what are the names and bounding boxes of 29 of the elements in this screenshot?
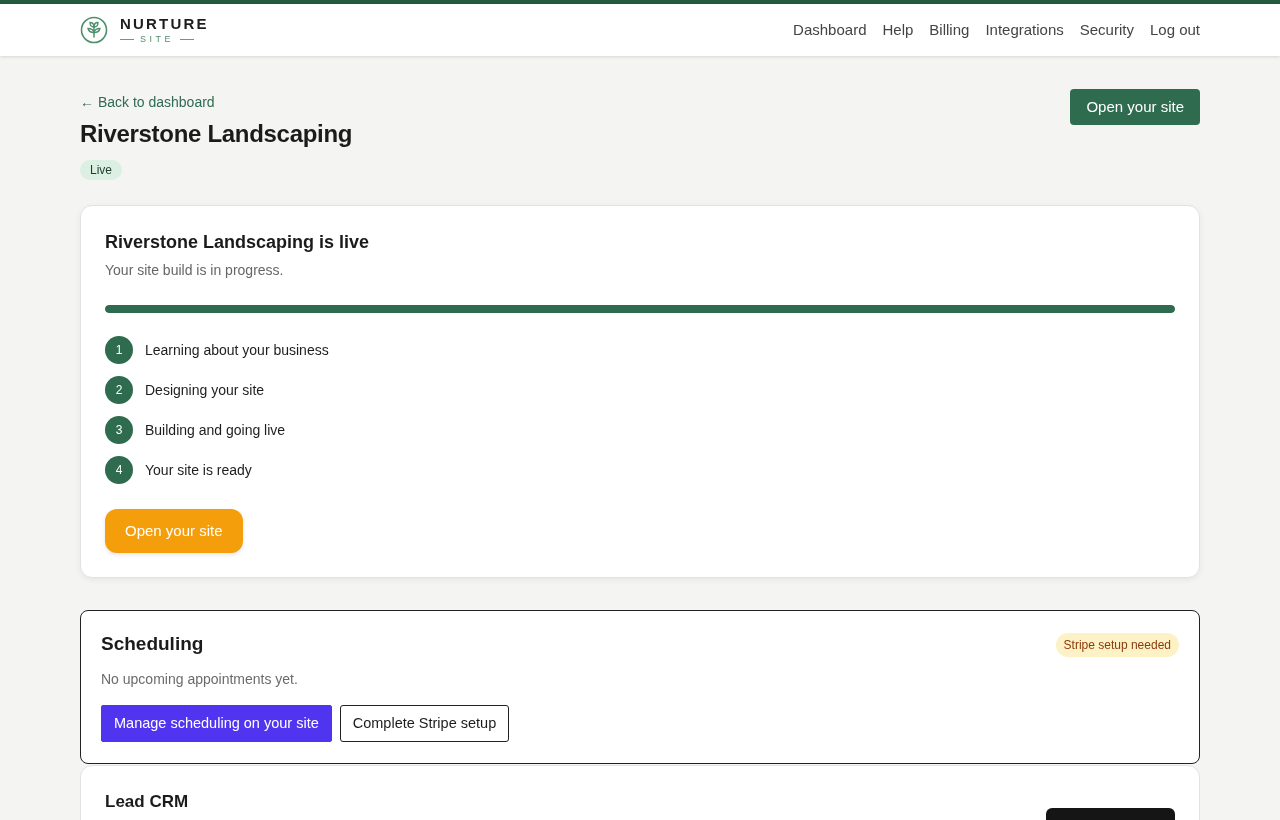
step-label: Designing your site — [145, 380, 265, 400]
step-label: Building and going live — [145, 420, 286, 440]
step-number: 3 — [105, 416, 133, 444]
sprout-logo-icon — [80, 16, 108, 44]
open-site-button[interactable]: Open your site — [1070, 89, 1200, 125]
step-label: Your site is ready — [145, 460, 252, 480]
step-number: 2 — [105, 376, 133, 404]
nav-link[interactable]: Billing — [929, 18, 970, 42]
status-badge: Stripe setup needed — [1055, 633, 1179, 657]
back-link[interactable]: ← Back to dashboard — [80, 92, 215, 112]
empty-message: No upcoming appointments yet. — [101, 670, 299, 689]
nav-link[interactable]: Dashboard — [793, 18, 867, 42]
card-title: Lead CRM — [105, 791, 189, 813]
logo-tagline: SITE — [140, 34, 174, 44]
nav-link[interactable]: Log out — [1149, 18, 1200, 42]
manage-scheduling-button[interactable]: Manage scheduling on your site — [101, 705, 332, 742]
nav-link[interactable]: Security — [1079, 18, 1134, 42]
nav-link[interactable]: Integrations — [985, 18, 1064, 42]
status-badge: Live — [80, 160, 122, 180]
logo-wordmark: NURTURE — [120, 16, 209, 31]
card-title: Scheduling — [101, 632, 204, 656]
nav-link[interactable]: Help — [882, 18, 914, 42]
page-title: Riverstone Landscaping — [80, 119, 353, 149]
step-number: 4 — [105, 456, 133, 484]
card-title: Riverstone Landscaping is live — [105, 231, 371, 254]
stripe-setup-button[interactable]: Complete Stripe setup — [339, 705, 510, 742]
step-label: Learning about your business — [145, 340, 329, 360]
step-number: 1 — [105, 336, 133, 364]
card-subtitle: Your site build is in progress. — [105, 261, 285, 280]
